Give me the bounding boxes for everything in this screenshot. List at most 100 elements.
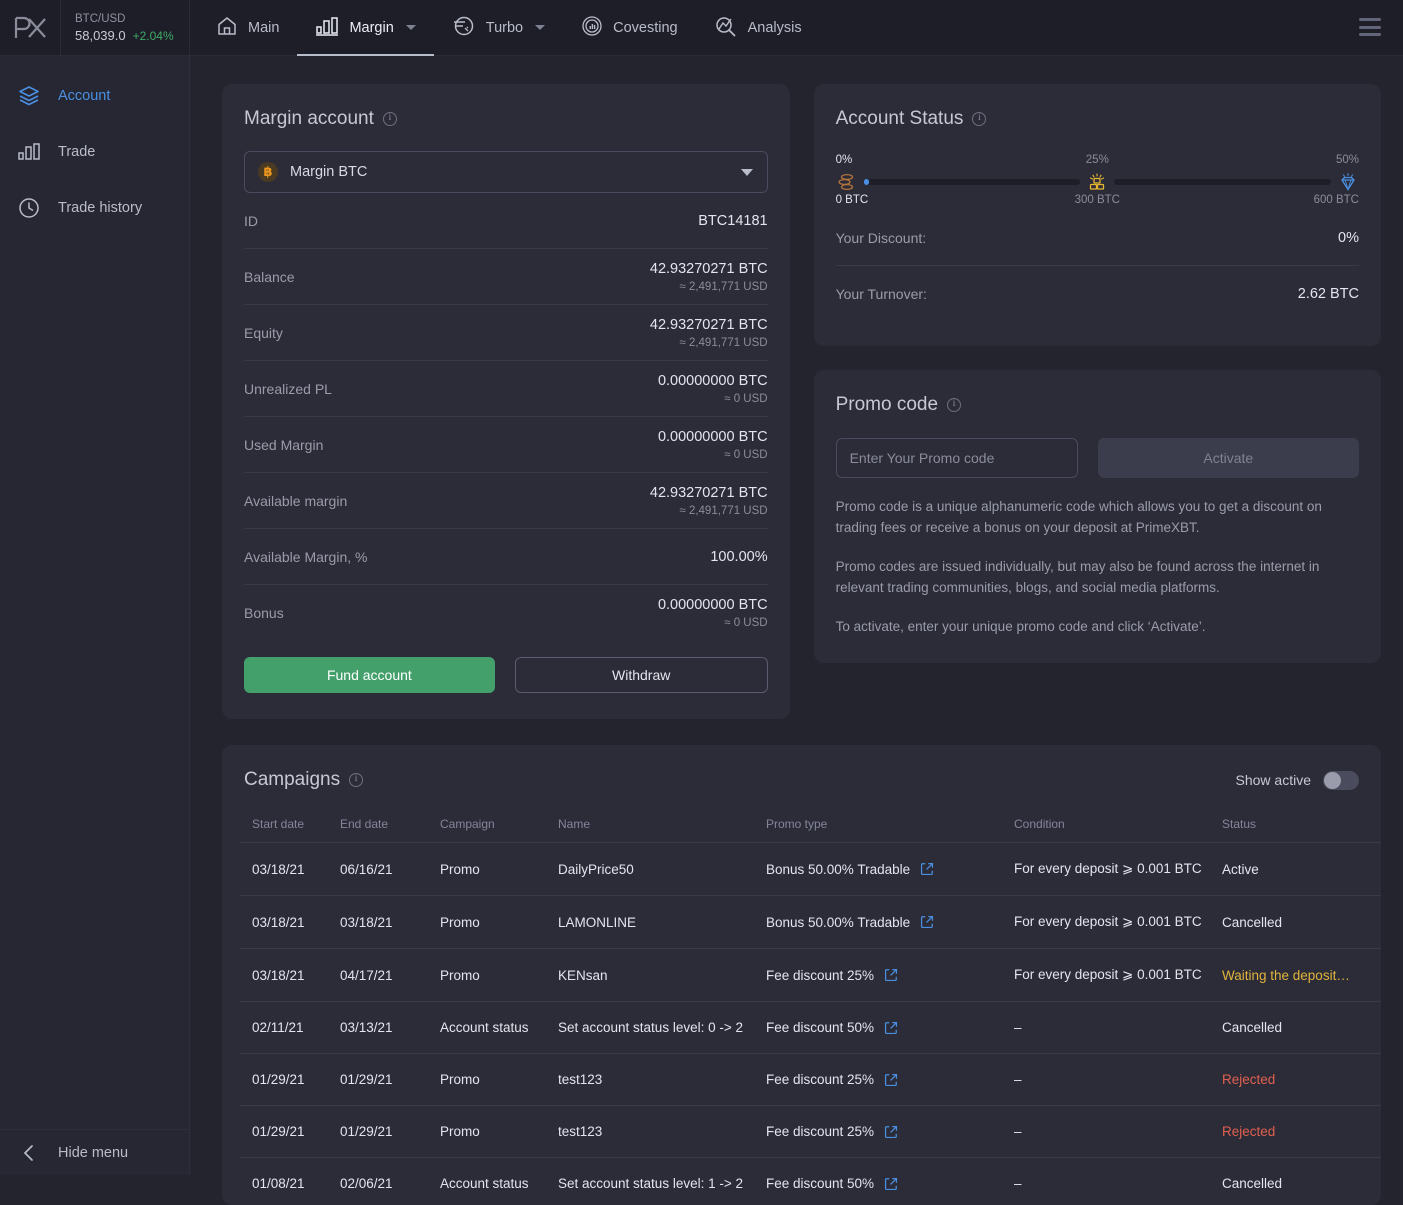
detail-key: ID: [244, 213, 258, 229]
table-row[interactable]: 01/08/2102/06/21Account statusSet accoun…: [240, 1158, 1381, 1205]
external-link-icon[interactable]: [884, 1021, 898, 1035]
main-content: Margin account i ฿ Margin BTC ID BTC1418…: [190, 56, 1403, 1175]
external-link-icon[interactable]: [884, 968, 898, 982]
cell-campaign: Promo: [440, 949, 558, 1002]
nav-label-analysis: Analysis: [748, 20, 802, 36]
status-row-turnover: Your Turnover: 2.62 BTC: [836, 266, 1359, 322]
nav-item-margin[interactable]: Margin: [297, 0, 433, 56]
margin-account-panel: Margin account i ฿ Margin BTC ID BTC1418…: [222, 84, 790, 719]
progress-bar-fill: [864, 179, 869, 185]
nav-item-covesting[interactable]: Covesting: [563, 0, 695, 56]
info-icon[interactable]: i: [349, 773, 363, 787]
show-active-toggle-group[interactable]: Show active: [1236, 771, 1359, 790]
cell-condition: –: [1014, 1158, 1222, 1205]
nav-item-analysis[interactable]: Analysis: [696, 0, 820, 56]
table-row[interactable]: 03/18/2106/16/21PromoDailyPrice50Bonus 5…: [240, 843, 1381, 896]
nav-item-turbo[interactable]: Turbo: [434, 0, 563, 56]
detail-value-usd: ≈ 2,491,771 USD: [650, 503, 768, 519]
status-badge: Cancelled: [1222, 1176, 1282, 1191]
col-campaign: Campaign: [440, 817, 558, 843]
table-row[interactable]: 01/29/2101/29/21Promotest123Fee discount…: [240, 1054, 1381, 1106]
account-selector-value: Margin BTC: [290, 164, 741, 180]
detail-row-balance: Balance 42.93270271 BTC ≈ 2,491,771 USD: [244, 249, 768, 305]
cell-status: Cancelled: [1222, 1158, 1381, 1205]
detail-key: Used Margin: [244, 437, 323, 453]
cell-promo-type: Fee discount 25%: [766, 1106, 1014, 1158]
detail-value: 0.00000000 BTC: [658, 427, 768, 447]
info-icon[interactable]: i: [383, 112, 397, 126]
cell-name: test123: [558, 1106, 766, 1158]
cell-status: Waiting the deposit…: [1222, 949, 1381, 1002]
promo-type-text: Fee discount 25%: [766, 1124, 874, 1139]
col-condition: Condition: [1014, 817, 1222, 843]
cell-start-date: 02/11/21: [240, 1002, 340, 1054]
copper-coins-icon: [836, 171, 858, 193]
sidebar-item-account[interactable]: Account: [0, 68, 189, 124]
info-icon[interactable]: i: [947, 398, 961, 412]
cell-start-date: 01/08/21: [240, 1158, 340, 1205]
promo-type-text: Fee discount 50%: [766, 1176, 874, 1191]
cell-start-date: 01/29/21: [240, 1054, 340, 1106]
col-status: Status: [1222, 817, 1381, 843]
external-link-icon[interactable]: [884, 1177, 898, 1191]
cell-end-date: 04/17/21: [340, 949, 440, 1002]
margin-account-title: Margin account i: [244, 108, 768, 130]
detail-value: 42.93270271 BTC: [650, 315, 768, 335]
promo-type-text: Fee discount 50%: [766, 1020, 874, 1035]
account-status-title-text: Account Status: [836, 108, 964, 130]
hide-menu-button[interactable]: Hide menu: [0, 1129, 190, 1175]
progress-pct-end: 50%: [1336, 154, 1359, 166]
detail-value: 0.00000000 BTC: [658, 371, 768, 391]
table-row[interactable]: 01/29/2101/29/21Promotest123Fee discount…: [240, 1106, 1381, 1158]
top-navigation-bar: BTC/USD 58,039.0 +2.04% Main Margin: [0, 0, 1403, 56]
detail-value: 42.93270271 BTC: [650, 259, 768, 279]
cell-condition: –: [1014, 1002, 1222, 1054]
main-nav: Main Margin: [198, 0, 820, 56]
progress-pct-mid: 25%: [1086, 154, 1109, 166]
fund-account-button[interactable]: Fund account: [244, 657, 495, 693]
status-value: 0%: [1338, 230, 1359, 246]
detail-value: 0.00000000 BTC: [658, 595, 768, 615]
hamburger-menu-icon[interactable]: [1359, 18, 1381, 36]
cell-campaign: Promo: [440, 1054, 558, 1106]
cell-end-date: 03/13/21: [340, 1002, 440, 1054]
progress-btc-start: 0 BTC: [836, 194, 869, 206]
external-link-icon[interactable]: [920, 915, 934, 929]
external-link-icon[interactable]: [884, 1073, 898, 1087]
status-badge: Cancelled: [1222, 1020, 1282, 1035]
detail-value: BTC14181: [698, 213, 767, 229]
sidebar-item-trade-history[interactable]: Trade history: [0, 180, 189, 236]
chevron-down-icon: [741, 169, 753, 176]
nav-item-main[interactable]: Main: [198, 0, 297, 56]
cell-status: Active: [1222, 843, 1381, 896]
external-link-icon[interactable]: [884, 1125, 898, 1139]
table-row[interactable]: 03/18/2104/17/21PromoKENsanFee discount …: [240, 949, 1381, 1002]
progress-btc-end: 600 BTC: [1314, 194, 1359, 206]
withdraw-button[interactable]: Withdraw: [515, 657, 768, 693]
cell-campaign: Account status: [440, 1002, 558, 1054]
nav-label-turbo: Turbo: [486, 20, 523, 36]
external-link-icon[interactable]: [920, 862, 934, 876]
detail-key: Balance: [244, 269, 295, 285]
cell-name: LAMONLINE: [558, 896, 766, 949]
promo-code-input[interactable]: [836, 438, 1078, 478]
primexbt-logo[interactable]: [0, 0, 60, 56]
ticker-btcusd[interactable]: BTC/USD 58,039.0 +2.04%: [60, 0, 190, 56]
cell-promo-type: Fee discount 50%: [766, 1002, 1014, 1054]
table-header-row: Start date End date Campaign Name Promo …: [240, 817, 1381, 843]
bitcoin-icon: ฿: [258, 162, 278, 182]
table-row[interactable]: 03/18/2103/18/21PromoLAMONLINEBonus 50.0…: [240, 896, 1381, 949]
account-selector[interactable]: ฿ Margin BTC: [244, 151, 768, 193]
cell-end-date: 06/16/21: [340, 843, 440, 896]
show-active-toggle[interactable]: [1323, 771, 1359, 790]
sidebar-item-trade[interactable]: Trade: [0, 124, 189, 180]
cell-end-date: 03/18/21: [340, 896, 440, 949]
detail-value-usd: ≈ 0 USD: [658, 615, 768, 631]
cell-condition: For every deposit ⩾ 0.001 BTC: [1014, 949, 1222, 1002]
info-icon[interactable]: i: [972, 112, 986, 126]
bar-chart-icon: [16, 141, 42, 163]
detail-value: 42.93270271 BTC: [650, 483, 768, 503]
table-row[interactable]: 02/11/2103/13/21Account statusSet accoun…: [240, 1002, 1381, 1054]
activate-button[interactable]: Activate: [1098, 438, 1359, 478]
cell-condition: –: [1014, 1106, 1222, 1158]
